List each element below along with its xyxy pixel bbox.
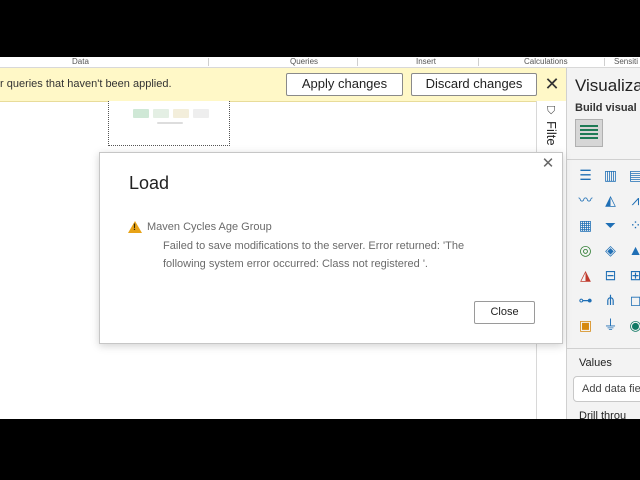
powerbi-window: Data Queries Insert Calculations Sensiti…	[0, 57, 640, 419]
ribbon-group-queries: Queries	[290, 57, 319, 66]
key-influencers-icon[interactable]: ⊶	[577, 292, 594, 309]
dialog-close-icon[interactable]: ✕	[540, 156, 556, 172]
dialog-title: Load	[129, 173, 170, 193]
close-button[interactable]: Close	[474, 301, 535, 324]
ribbon-group-labels: Data Queries Insert Calculations Sensiti	[0, 57, 640, 68]
values-label: Values	[579, 357, 612, 369]
filters-label: Filte	[544, 121, 559, 146]
visualizations-title: Visualizati	[575, 76, 640, 95]
visualizations-pane: Visualizati Build visual ☰ ▥ ▤ 〰 ◭ ⩘ ▦ ⏷…	[566, 68, 640, 419]
thumbnail-line	[157, 122, 183, 124]
warning-icon	[128, 221, 142, 233]
add-data-field-input[interactable]: Add data fie	[573, 376, 640, 402]
qna-icon[interactable]: ◻	[627, 292, 640, 309]
pending-changes-message: r queries that haven't been applied.	[0, 78, 172, 90]
kpi-icon[interactable]: ◮	[577, 267, 594, 284]
ribbon-separator	[357, 58, 358, 66]
power-apps-icon[interactable]: ◉	[627, 317, 640, 334]
thumbnail-card	[193, 109, 209, 118]
pane-divider	[567, 348, 640, 349]
query-name: Maven Cycles Age Group	[147, 221, 272, 233]
build-visual-button[interactable]	[575, 119, 603, 147]
stacked-bar-chart-icon[interactable]: ☰	[577, 167, 594, 184]
thumbnail-card	[173, 109, 189, 118]
clustered-column-chart-icon[interactable]: ▥	[602, 167, 619, 184]
table-icon[interactable]: ⊞	[627, 267, 640, 284]
funnel-chart-icon[interactable]: ⏷	[602, 217, 619, 234]
stacked-bar-100-icon[interactable]: ▤	[627, 167, 640, 184]
ribbon-group-sensitivity: Sensiti	[614, 57, 639, 66]
pending-changes-bar: r queries that haven't been applied. App…	[0, 68, 568, 102]
pane-divider	[567, 159, 640, 160]
build-visual-label: Build visual	[575, 102, 637, 114]
area-chart-icon[interactable]: ◭	[602, 192, 619, 209]
ribbon-separator	[208, 58, 209, 66]
decomposition-tree-icon[interactable]: ⋔	[602, 292, 619, 309]
load-error-dialog: ✕ Load Maven Cycles Age Group Failed to …	[99, 152, 563, 344]
ribbon-group-data: Data	[72, 57, 89, 66]
ribbon-separator	[604, 58, 605, 66]
line-chart-icon[interactable]: 〰	[577, 192, 594, 209]
thumbnail-card	[153, 109, 169, 118]
ribbon-separator	[478, 58, 479, 66]
ribbon-group-calculations: Calculations	[524, 57, 568, 66]
filter-icon: ⛉	[547, 105, 556, 117]
report-canvas-thumbnail[interactable]	[108, 101, 230, 146]
globe-map-icon[interactable]: ◎	[577, 242, 594, 259]
close-icon[interactable]: ✕	[542, 74, 562, 94]
thumbnail-card	[133, 109, 149, 118]
apply-changes-button[interactable]: Apply changes	[286, 73, 403, 96]
slicer-icon[interactable]: ⊟	[602, 267, 619, 284]
ribbon-chart-icon[interactable]: ▦	[577, 217, 594, 234]
azure-map-icon[interactable]: ▲	[627, 242, 640, 259]
scatter-chart-icon[interactable]: ⁘	[627, 217, 640, 234]
table-visual-icon	[580, 125, 598, 141]
filled-map-icon[interactable]: ◈	[602, 242, 619, 259]
paginated-report-icon[interactable]: ▣	[577, 317, 594, 334]
ribbon-group-insert: Insert	[416, 57, 437, 66]
stacked-area-chart-icon[interactable]: ⩘	[627, 192, 640, 209]
error-message: Failed to save modifications to the serv…	[163, 240, 465, 270]
discard-changes-button[interactable]: Discard changes	[411, 73, 537, 96]
drill-through-label: Drill throu	[579, 410, 627, 419]
smart-narrative-icon[interactable]: ⏚	[602, 317, 619, 334]
